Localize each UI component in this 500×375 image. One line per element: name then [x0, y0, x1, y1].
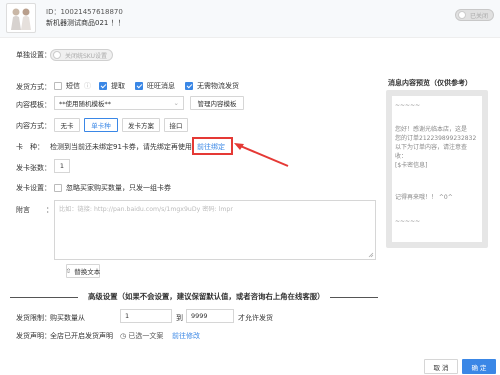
ignore-quantity-label: 忽略买家购买数量，只发一组卡券	[66, 184, 171, 192]
wangwang-label: 旺旺消息	[147, 82, 175, 90]
statement-status: ◷ 已选一文案	[120, 331, 163, 341]
replace-text-label: 替换文本	[74, 268, 101, 276]
single-setting-toggle-label: 关闭统SKU设置	[65, 52, 107, 60]
preview-line: ~~~~~	[395, 102, 421, 109]
extract-checkbox[interactable]	[99, 82, 107, 90]
delivery-limit-label: 发货限制：	[16, 314, 51, 322]
preview-line: ~~~~~	[395, 218, 421, 225]
tab-card-plan[interactable]: 发卡方案	[122, 118, 160, 132]
highlight-box	[192, 137, 233, 155]
card-count-label: 发卡张数：	[16, 164, 51, 172]
help-icon[interactable]: ⓘ	[84, 81, 91, 91]
ignore-quantity-checkbox[interactable]	[54, 184, 62, 192]
preview-line: 您的订单212239899232832	[395, 135, 477, 142]
preview-line: 以下为订单内容，请注意查	[395, 144, 468, 151]
enable-toggle-label: 已关闭	[470, 12, 489, 20]
delivery-statement-text: 全店已开启发货声明	[50, 332, 113, 340]
extract-label: 提取	[111, 82, 125, 90]
annotation-arrow-icon	[234, 143, 289, 167]
divider-left	[10, 297, 78, 298]
limit-suffix: 才允许发货	[238, 314, 273, 322]
card-type-label: 卡 种：	[16, 143, 44, 151]
preview-line: 您好！感谢光临本店，这是	[395, 126, 468, 133]
content-template-value: **使用随机模板**	[59, 100, 111, 108]
preview-line: 记得再来哦！！ ^0^	[395, 194, 453, 201]
preview-content: ~~~~~ 您好！感谢光临本店，这是 您的订单212239899232832 以…	[392, 96, 482, 242]
sms-checkbox[interactable]	[54, 82, 62, 90]
enable-toggle[interactable]: 已关闭	[455, 9, 495, 21]
replace-text-button[interactable]: ⇧ 替换文本	[66, 264, 100, 278]
advanced-settings-title: 高级设置（如果不会设置，建议保留默认值，或者咨询右上角在线客服）	[88, 292, 325, 301]
delivery-method-options: 短信 ⓘ 提取 旺旺消息 无需物流发货	[54, 81, 239, 91]
content-method-label: 内容方式：	[16, 122, 51, 130]
limit-to-label: 到	[176, 314, 183, 322]
content-template-select[interactable]: **使用随机模板** ⌄	[54, 96, 184, 110]
delivery-method-label: 发货方式：	[16, 83, 51, 91]
product-name: 新机器测试商品021 ！！	[46, 19, 125, 27]
clock-icon: ◷	[120, 332, 127, 340]
confirm-button[interactable]: 确 定	[462, 359, 496, 374]
tab-single-card[interactable]: 单卡种	[84, 118, 118, 132]
divider-right	[330, 297, 378, 298]
limit-from-input[interactable]: 1	[120, 309, 172, 323]
tab-no-card[interactable]: 无卡	[54, 118, 80, 132]
statement-status-text: 已选一文案	[128, 332, 164, 340]
preview-line: [$卡密信息]	[395, 162, 428, 169]
upload-icon: ⇧	[65, 267, 72, 275]
no-logistics-label: 无需物流发货	[197, 82, 239, 90]
chevron-down-icon: ⌄	[173, 99, 179, 107]
single-setting-label: 单独设置：	[16, 51, 51, 59]
cancel-button[interactable]: 取 消	[424, 359, 458, 374]
card-count-input[interactable]: 1	[54, 159, 70, 173]
preview-line: 收：	[395, 153, 408, 160]
wangwang-checkbox[interactable]	[135, 82, 143, 90]
product-thumbnail	[6, 3, 36, 33]
product-image-icon	[11, 8, 31, 30]
card-setting-label: 发卡设置：	[16, 184, 51, 192]
modify-statement-link[interactable]: 前往修改	[172, 331, 200, 341]
product-id: ID：10021457618870	[46, 8, 123, 16]
delivery-statement-label: 发货声明：	[16, 332, 51, 340]
preview-title: 消息内容预览（仅供参考）	[388, 79, 472, 87]
content-template-label: 内容模板：	[16, 101, 51, 109]
attachment-colon: ：	[46, 206, 53, 214]
card-setting-option: 忽略买家购买数量，只发一组卡券	[54, 183, 171, 193]
attachment-textarea[interactable]: 比如：链接: http://pan.baidu.com/s/1mgx9uDy 密…	[54, 200, 376, 260]
attachment-label: 附言	[16, 206, 30, 214]
no-logistics-checkbox[interactable]	[185, 82, 193, 90]
attachment-placeholder: 比如：链接: http://pan.baidu.com/s/1mgx9uDy 密…	[59, 206, 233, 213]
sms-label: 短信	[66, 82, 80, 90]
resize-handle-icon[interactable]	[368, 252, 374, 258]
single-setting-toggle[interactable]: 关闭统SKU设置	[50, 49, 113, 61]
card-type-message: 检测到当前还未绑定91卡券，请先绑定再使用	[50, 143, 192, 151]
manage-template-button[interactable]: 管理内容模板	[190, 96, 244, 110]
limit-to-input[interactable]: 9999	[186, 309, 234, 323]
tab-interface[interactable]: 接口	[164, 118, 188, 132]
delivery-limit-prefix: 购买数量从	[50, 314, 85, 322]
